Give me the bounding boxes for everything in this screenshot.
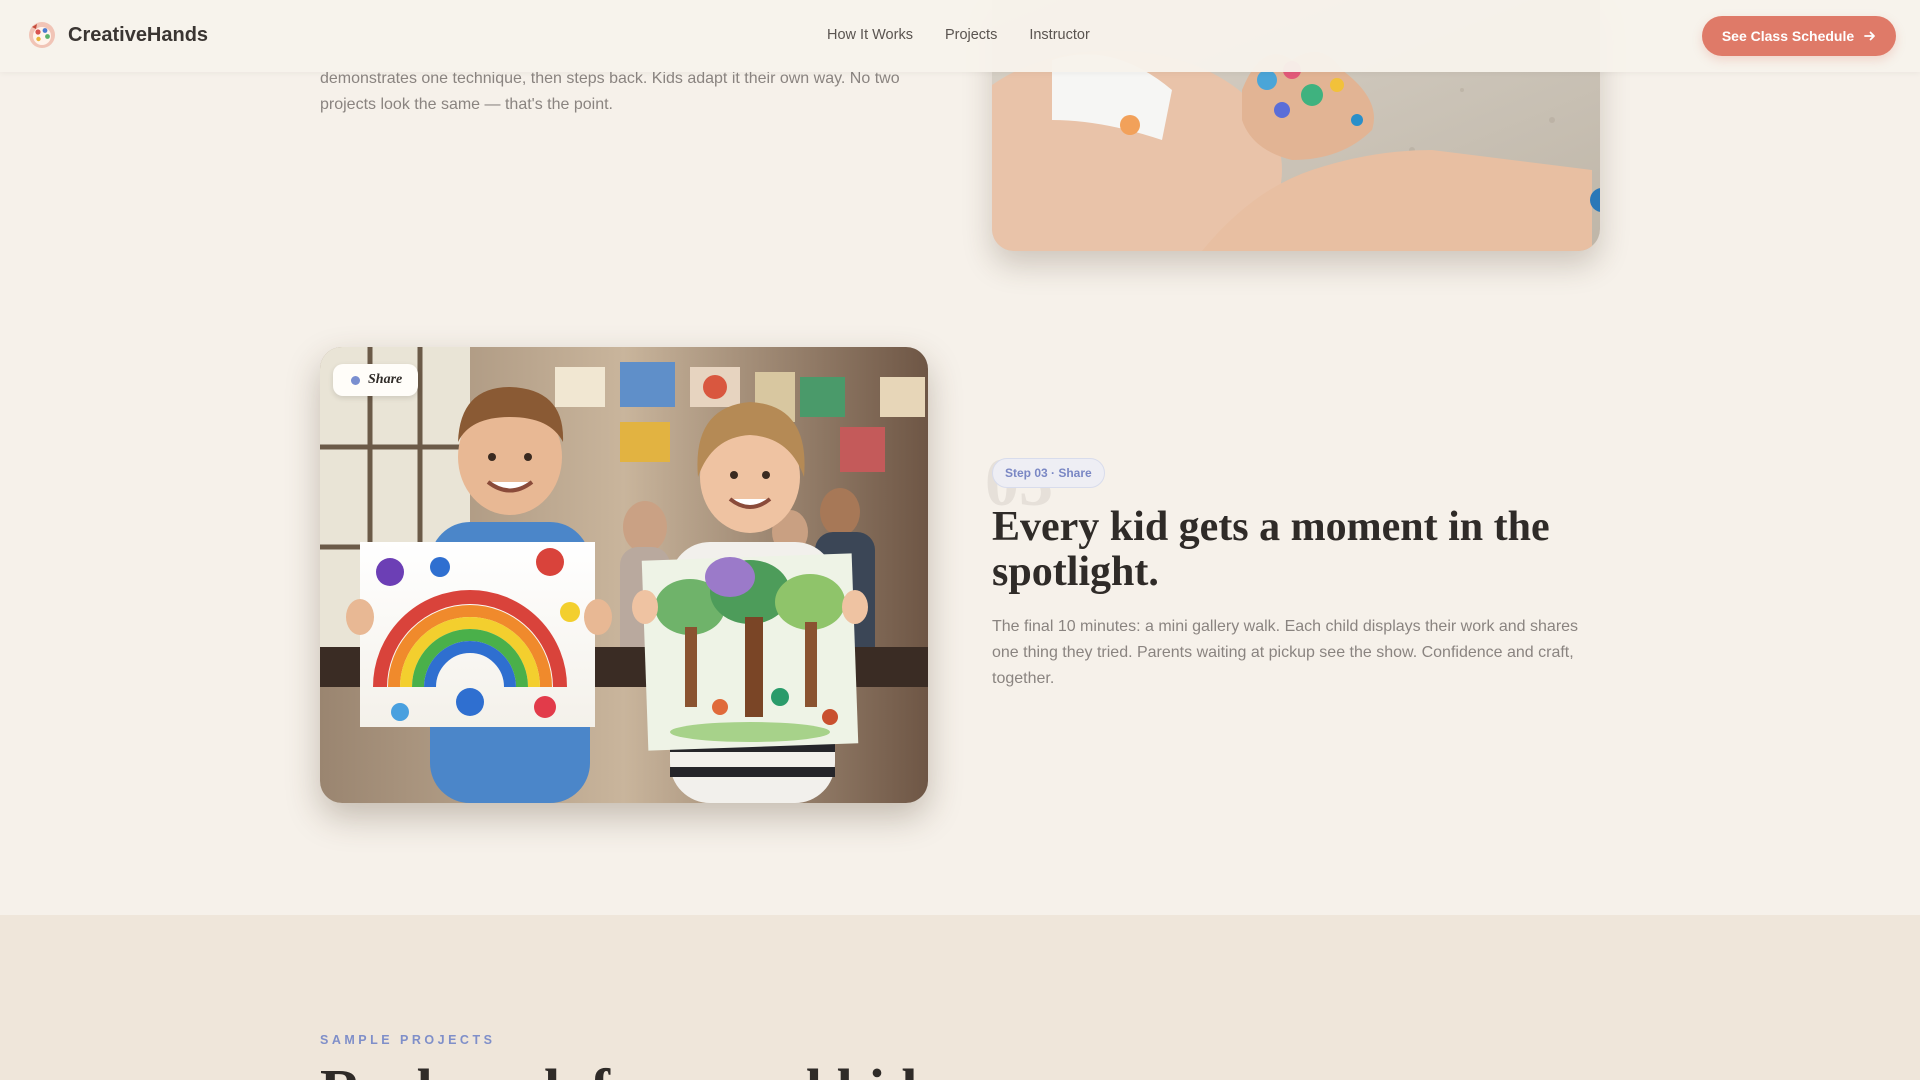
step-3-title: Every kid gets a moment in the spotlight… — [992, 504, 1550, 595]
step-2-description: demonstrates one technique, then steps b… — [320, 70, 900, 113]
brand[interactable]: CreativeHands — [28, 21, 208, 49]
step-3-description: The final 10 minutes: a mini gallery wal… — [992, 618, 1579, 687]
see-class-schedule-button[interactable]: See Class Schedule — [1702, 16, 1896, 56]
arrow-right-icon — [1864, 31, 1876, 41]
brand-name: CreativeHands — [68, 23, 209, 46]
palette-logo-icon — [29, 22, 55, 48]
section-eyebrow: SAMPLE PROJECTS — [320, 1033, 496, 1047]
cta-label: See Class Schedule — [1721, 28, 1855, 44]
nav-link-how-it-works[interactable]: How It Works — [827, 27, 913, 43]
nav-link-projects[interactable]: Projects — [945, 27, 997, 43]
kids-holding-artwork-photo — [320, 347, 928, 803]
share-tag-label: Share — [368, 372, 403, 387]
site-header: CreativeHands How It Works Projects Inst… — [0, 0, 1920, 72]
step-3-photo: Share — [320, 347, 928, 803]
step-badge: Step 03 · Share — [992, 458, 1105, 488]
nav-link-instructor[interactable]: Instructor — [1029, 27, 1089, 43]
share-tag: Share — [333, 364, 419, 396]
section-title: Real work from real kids — [320, 1055, 1620, 1080]
tag-dot-icon — [351, 375, 360, 385]
main-nav: How It Works Projects Instructor — [827, 27, 1122, 43]
